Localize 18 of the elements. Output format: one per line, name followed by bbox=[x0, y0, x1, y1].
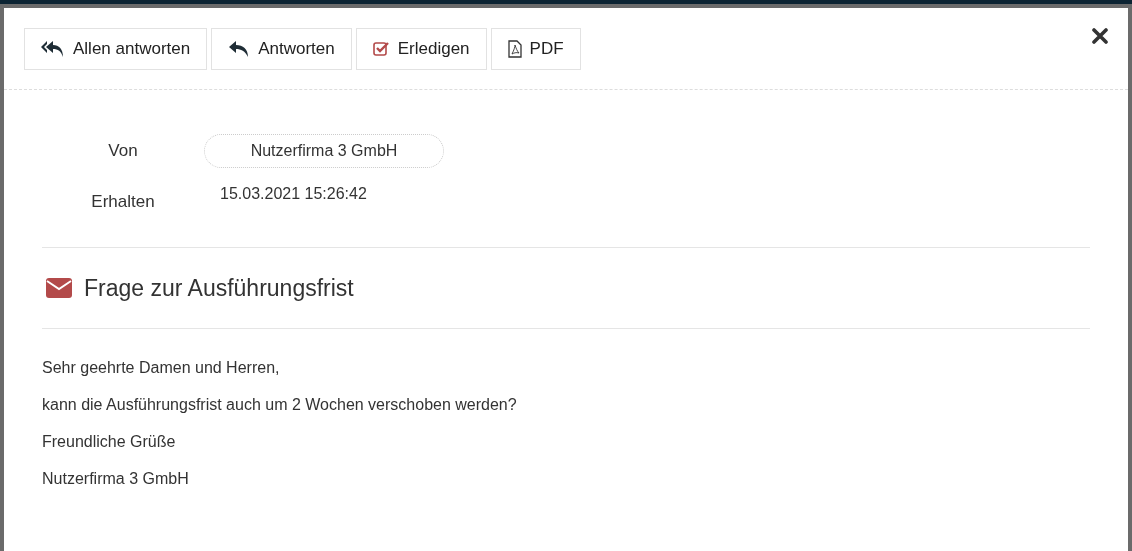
subject-heading: Frage zur Ausführungsfrist bbox=[84, 274, 354, 302]
message-line: Freundliche Grüße bbox=[42, 432, 177, 452]
message-line: Nutzerfirma 3 GmbH bbox=[42, 469, 190, 489]
toolbar-button[interactable]: Erledigen bbox=[355, 28, 487, 70]
reply-all-icon bbox=[41, 39, 65, 59]
field-value: 15.03.2021 15:26:42 bbox=[219, 185, 367, 203]
field-label: Erhalten bbox=[90, 192, 156, 212]
pdf-file-icon bbox=[507, 40, 522, 58]
toolbar-button[interactable]: Allen antworten bbox=[24, 28, 208, 70]
close-icon[interactable] bbox=[1092, 28, 1108, 44]
toolbar-button[interactable]: Antworten bbox=[211, 28, 352, 70]
reply-icon bbox=[228, 39, 251, 59]
envelope-icon bbox=[46, 278, 72, 298]
field-label: Von bbox=[107, 141, 139, 161]
toolbar-button[interactable]: PDF bbox=[490, 28, 581, 70]
checkbox-icon bbox=[372, 41, 390, 57]
message-line: kann die Ausführungsfrist auch um 2 Wochen verschoben werden? bbox=[42, 395, 518, 415]
message-line: Sehr geehrte Damen und Herren, bbox=[42, 358, 281, 378]
